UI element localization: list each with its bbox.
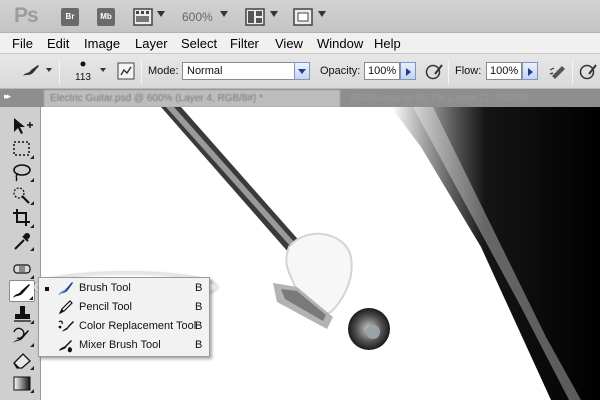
options-separator [141, 59, 142, 84]
flyout-label: Mixer Brush Tool [79, 339, 161, 351]
mode-label: Mode: [148, 65, 179, 77]
menu-window[interactable]: Window [317, 36, 363, 51]
tool-group-indicator-icon [30, 389, 34, 393]
menu-select[interactable]: Select [181, 36, 217, 51]
photoshop-logo: Ps [14, 4, 39, 27]
menu-image[interactable]: Image [84, 36, 120, 51]
application-bar: Ps Br Mb 600% [0, 0, 600, 33]
tool-group-indicator-icon [30, 247, 34, 251]
menu-edit[interactable]: Edit [47, 36, 69, 51]
opacity-field[interactable]: 100% [364, 62, 400, 80]
tablet-pressure-opacity-icon[interactable] [424, 62, 444, 82]
launch-mini-bridge-button[interactable]: Mb [97, 8, 115, 26]
move-tool[interactable] [9, 115, 35, 137]
flyout-label: Color Replacement Tool [79, 320, 197, 332]
menu-file[interactable]: File [12, 36, 33, 51]
lasso-tool[interactable] [9, 161, 35, 183]
tool-group-indicator-icon [30, 201, 34, 205]
brush-tool[interactable] [9, 280, 35, 302]
crop-tool[interactable] [9, 207, 35, 229]
zoom-level[interactable]: 600% [182, 10, 213, 24]
flow-slider-arrow-icon[interactable] [522, 62, 538, 80]
zoom-dropdown-icon[interactable] [220, 11, 228, 17]
options-separator [572, 59, 573, 84]
collapse-panels-icon[interactable]: ▸▸ [4, 91, 11, 102]
tool-group-indicator-icon [30, 178, 34, 182]
flow-label: Flow: [455, 65, 482, 77]
options-bar: 113 Mode: Normal Opacity: 100% Flow: 100… [0, 54, 600, 89]
options-separator [448, 59, 449, 84]
screen-mode-dropdown-icon[interactable] [318, 11, 326, 17]
move-icon [14, 118, 33, 134]
document-tab-strip: ▸▸ Electric Guitar.psd @ 600% (Layer 4, … [0, 89, 600, 107]
flyout-item-brush-tool[interactable]: Brush Tool B [39, 279, 209, 298]
menu-filter[interactable]: Filter [230, 36, 259, 51]
options-separator [59, 59, 60, 84]
blend-mode-dropdown-icon[interactable] [294, 62, 310, 80]
brush-tip-preview-icon[interactable] [78, 60, 88, 68]
blend-mode-select[interactable]: Normal [182, 62, 296, 80]
tool-group-indicator-icon [30, 320, 34, 324]
menu-view[interactable]: View [275, 36, 303, 51]
quick-selection-tool[interactable] [9, 184, 35, 206]
gradient-tool[interactable] [9, 372, 35, 394]
tool-group-indicator-icon [30, 275, 34, 279]
tool-group-indicator-icon [30, 155, 34, 159]
airbrush-toggle-icon[interactable] [548, 62, 568, 82]
eraser-tool[interactable] [9, 349, 35, 371]
tools-panel [0, 107, 41, 400]
tablet-pressure-size-icon[interactable] [578, 62, 598, 82]
brush-icon [58, 282, 73, 296]
flyout-shortcut: B [195, 339, 203, 351]
tool-group-indicator-icon [30, 224, 34, 228]
launch-bridge-button[interactable]: Br [61, 8, 79, 26]
history-brush-tool[interactable] [9, 326, 35, 348]
flyout-shortcut: B [195, 301, 203, 313]
flyout-item-mixer-brush-tool[interactable]: Mixer Brush Tool B [39, 336, 209, 355]
opacity-label: Opacity: [320, 65, 361, 77]
brush-tool-flyout-menu: Brush Tool B Pencil Tool B Color Replace… [38, 277, 210, 357]
marquee-tool[interactable] [9, 138, 35, 160]
arrange-dropdown-icon[interactable] [270, 11, 278, 17]
tool-preset-dropdown-icon[interactable] [46, 68, 52, 72]
flyout-item-color-replacement-tool[interactable]: Color Replacement Tool B [39, 317, 209, 336]
pencil-icon [58, 300, 73, 315]
menu-help[interactable]: Help [374, 36, 401, 51]
menu-bar: File Edit Image Layer Select Filter View… [0, 33, 600, 54]
opacity-slider-arrow-icon[interactable] [400, 62, 416, 80]
flow-field[interactable]: 100% [486, 62, 522, 80]
view-extras-dropdown-icon[interactable] [157, 11, 165, 17]
brush-panel-toggle-icon[interactable] [117, 62, 135, 80]
brush-size-value[interactable]: 113 [75, 72, 91, 83]
tool-preset-brush-icon[interactable] [20, 63, 42, 79]
view-extras-icon[interactable] [133, 8, 153, 26]
color-replacement-icon [58, 320, 74, 332]
tool-group-indicator-icon [29, 296, 33, 300]
flyout-shortcut: B [195, 282, 203, 294]
flyout-shortcut: B [195, 320, 203, 332]
flyout-item-pencil-tool[interactable]: Pencil Tool B [39, 298, 209, 317]
spot-healing-tool[interactable] [9, 258, 35, 280]
brush-picker-dropdown-icon[interactable] [100, 68, 106, 72]
tab-electric-guitar[interactable]: Electric Guitar.psd @ 600% (Layer 4, RGB… [44, 90, 340, 107]
tool-group-indicator-icon [30, 343, 34, 347]
mixer-brush-icon [59, 340, 73, 353]
eyedropper-tool[interactable] [9, 230, 35, 252]
menu-layer[interactable]: Layer [135, 36, 168, 51]
selected-bullet-icon [45, 287, 49, 291]
flyout-label: Brush Tool [79, 282, 131, 294]
screen-mode-icon[interactable] [293, 8, 313, 26]
flyout-label: Pencil Tool [79, 301, 132, 313]
clone-stamp-tool[interactable] [9, 303, 35, 325]
arrange-documents-icon[interactable] [245, 8, 265, 26]
tool-group-indicator-icon [30, 366, 34, 370]
tab-second-document[interactable]: 5603KI.psd @ 66.7% (Layer 12, RGB/8) * [344, 90, 600, 107]
